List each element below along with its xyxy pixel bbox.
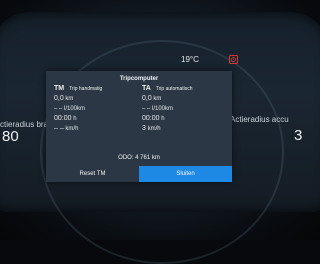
outside-temperature: 19°C [181, 55, 199, 64]
trip-auto-time-value: 00:00 [142, 115, 160, 122]
close-button[interactable]: Sluiten [139, 166, 232, 182]
trip-manual-column: TM Trip handmatig 0,0 km – – l/100km 00:… [54, 85, 139, 134]
trip-manual-header: TM Trip handmatig [54, 85, 139, 94]
trip-auto-distance: 0,0 km [142, 94, 227, 104]
range-battery-label: Actieradius accu [230, 115, 289, 124]
range-battery-value: 3 [294, 127, 303, 144]
trip-manual-speed: – – km/h [54, 124, 139, 134]
trip-auto-column: TA Trip automatisch 0,0 km – – l/100km 0… [142, 85, 227, 134]
trip-manual-speed-unit: km/h [65, 126, 79, 132]
tripcomputer-dialog: Tripcomputer TM Trip handmatig 0,0 km – … [46, 71, 232, 182]
trip-auto-distance-unit: km [153, 96, 162, 102]
trip-manual-distance-unit: km [65, 96, 74, 102]
reset-tm-button[interactable]: Reset TM [46, 166, 139, 182]
trip-auto-time-unit: h [161, 116, 165, 122]
trip-auto-speed: 3 km/h [142, 124, 227, 134]
trip-manual-mode: Trip handmatig [69, 86, 103, 92]
trip-manual-speed-value: – – [54, 125, 64, 132]
trip-auto-distance-value: 0,0 [142, 95, 152, 102]
trip-auto-header: TA Trip automatisch [142, 85, 227, 94]
trip-manual-distance-value: 0,0 [54, 95, 64, 102]
range-fuel-value: 80 [2, 128, 19, 145]
trip-auto-code: TA [142, 85, 151, 92]
odometer-readout: ODO: 4 761 km [118, 155, 160, 161]
trip-auto-speed-unit: km/h [147, 126, 161, 132]
warning-icon [229, 55, 238, 64]
trip-auto-mode: Trip automatisch [155, 86, 193, 92]
dialog-title: Tripcomputer [119, 76, 159, 82]
trip-auto-time: 00:00 h [142, 114, 227, 124]
trip-manual-consumption: – – l/100km [54, 106, 86, 112]
trip-manual-time-value: 00:00 [54, 115, 72, 122]
trip-manual-code: TM [54, 85, 65, 92]
trip-manual-time-unit: h [73, 116, 77, 122]
trip-auto-speed-value: 3 [142, 125, 146, 132]
trip-auto-consumption: – – l/100km [142, 106, 174, 112]
trip-manual-time: 00:00 h [54, 114, 139, 124]
trip-manual-distance: 0,0 km [54, 94, 139, 104]
